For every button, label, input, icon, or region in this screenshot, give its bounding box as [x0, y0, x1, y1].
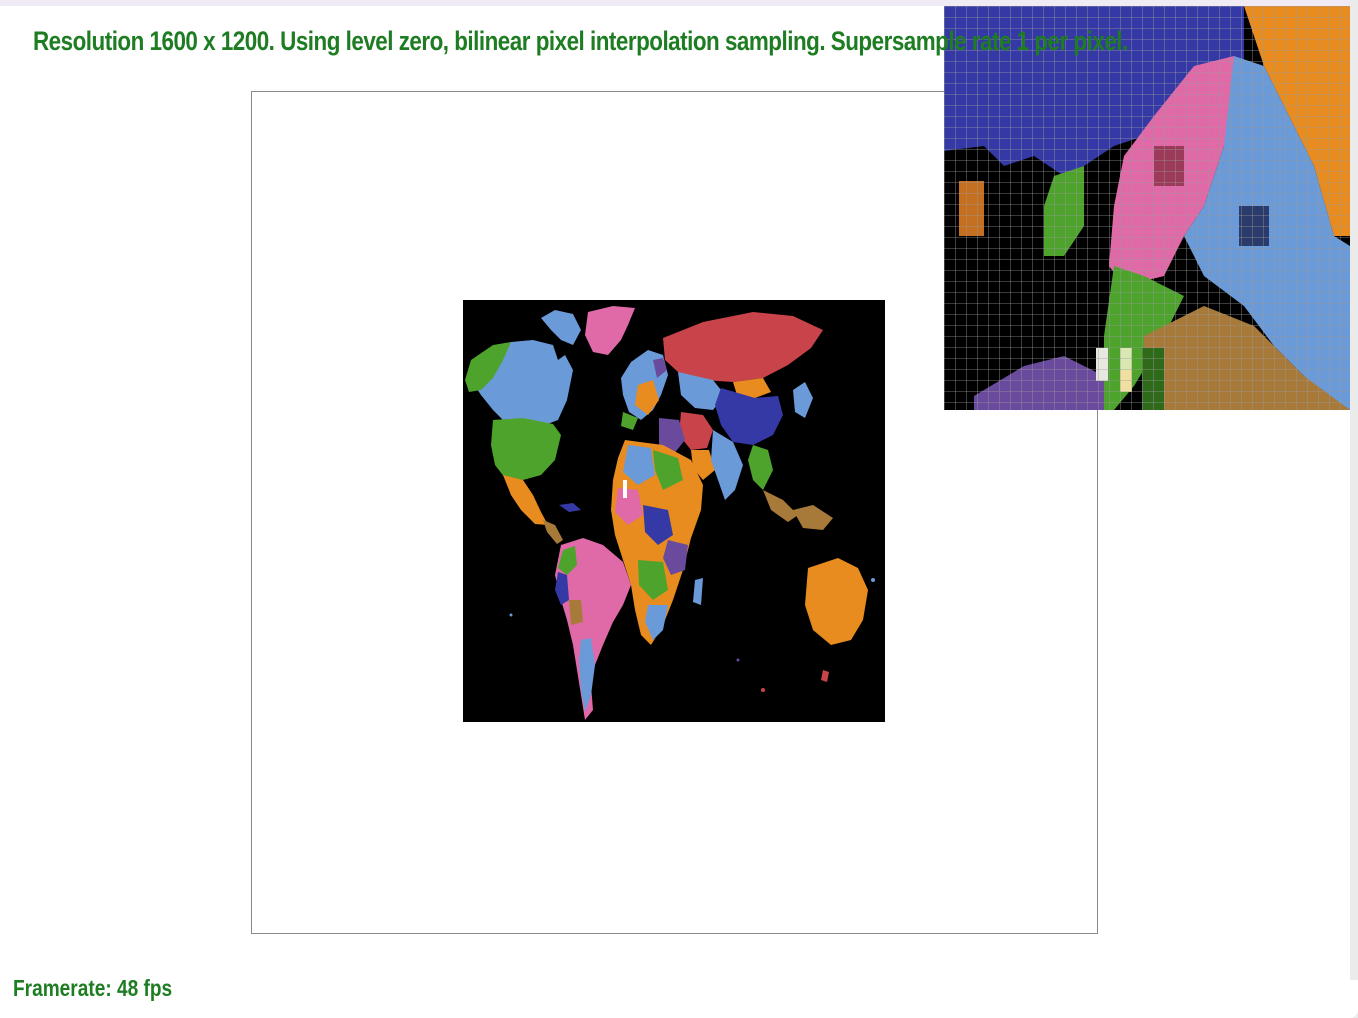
world-map-svg: [463, 300, 885, 722]
render-settings-label: Resolution 1600 x 1200. Using level zero…: [33, 26, 1128, 56]
world-map-texture[interactable]: [463, 300, 885, 722]
zoom-svg: [944, 6, 1350, 410]
renderer-window: Resolution 1600 x 1200. Using level zero…: [0, 0, 1358, 1018]
window-right-edge: [1350, 0, 1358, 1018]
framerate-label: Framerate: 48 fps: [13, 975, 173, 1001]
window-corner: [1350, 980, 1358, 1018]
pixel-inspector-zoom[interactable]: [944, 6, 1350, 410]
